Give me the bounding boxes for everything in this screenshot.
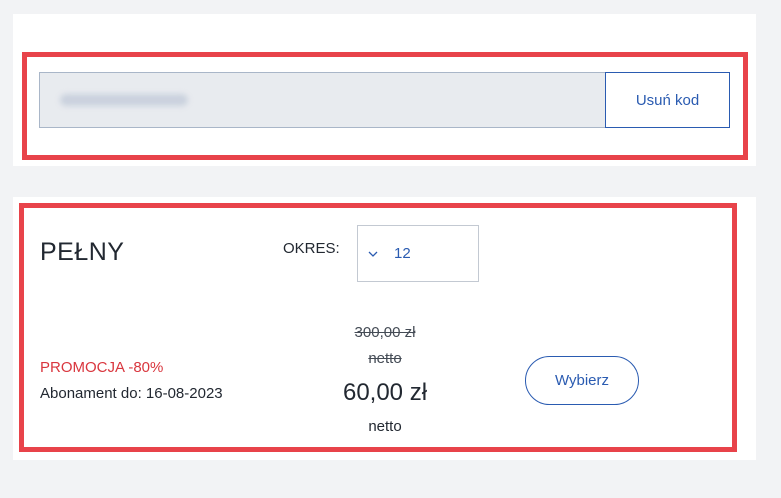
remove-code-button[interactable]: Usuń kod	[605, 72, 730, 128]
price-block: 300,00 zł netto 60,00 zł netto	[315, 322, 455, 442]
plan-title: PEŁNY	[40, 238, 125, 266]
subscription-valid-until: Abonament do: 16-08-2023	[40, 385, 223, 402]
old-price: 300,00 zł	[354, 324, 416, 341]
period-selected-value: 12	[394, 245, 411, 262]
promo-badge: PROMOCJA -80%	[40, 359, 164, 376]
redacted-code-value	[60, 94, 188, 106]
choose-plan-button[interactable]: Wybierz	[525, 356, 639, 405]
new-price: 60,00 zł	[342, 379, 428, 406]
old-price-unit: netto	[368, 350, 402, 367]
period-label: OKRES:	[283, 240, 340, 257]
chevron-down-icon	[368, 251, 378, 257]
new-price-unit: netto	[368, 418, 402, 435]
period-select[interactable]: 12	[357, 225, 479, 282]
discount-code-field[interactable]	[39, 72, 607, 128]
